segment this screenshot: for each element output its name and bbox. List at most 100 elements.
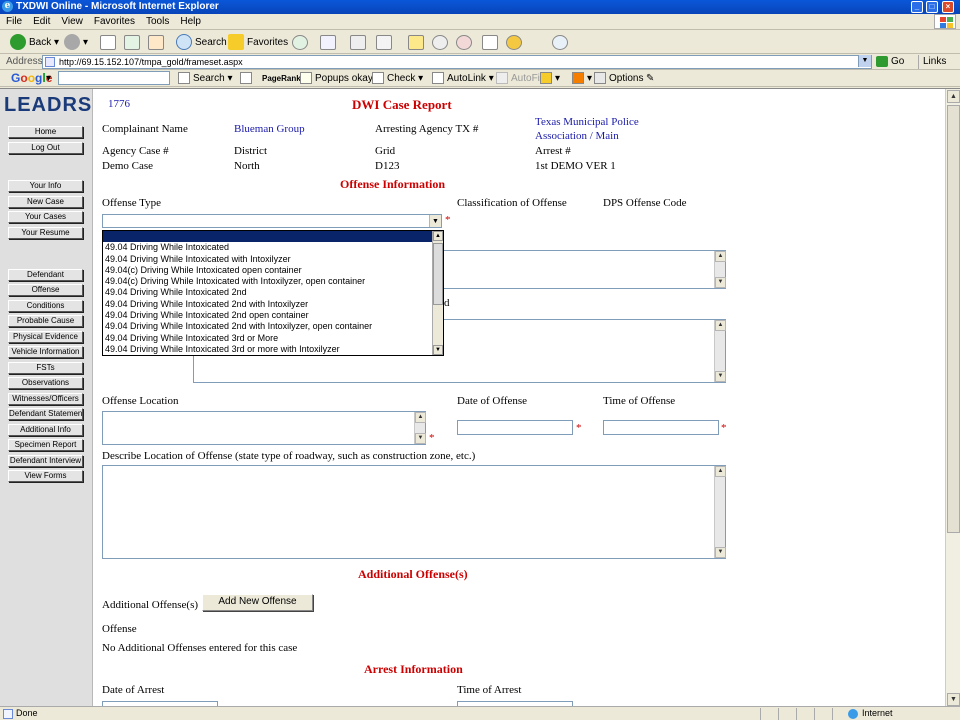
stop-icon[interactable] — [100, 35, 116, 50]
textarea-scrollbar[interactable]: ▲ ▼ — [714, 320, 726, 382]
nav-physical-evidence-button[interactable]: Physical Evidence — [8, 331, 83, 343]
dropdown-option[interactable]: 49.04 Driving While Intoxicated — [103, 242, 443, 253]
offense-type-select[interactable]: ▼ — [102, 214, 442, 228]
nav-offense-button[interactable]: Offense — [8, 284, 83, 296]
chevron-down-icon[interactable]: ▼ — [429, 215, 441, 227]
menu-view[interactable]: View — [55, 14, 88, 29]
menu-help[interactable]: Help — [174, 14, 206, 29]
scroll-up-icon[interactable]: ▲ — [715, 320, 726, 331]
nav-specimen-report-button[interactable]: Specimen Report — [8, 439, 83, 451]
messenger-icon[interactable] — [456, 35, 472, 50]
scroll-down-icon[interactable]: ▼ — [715, 277, 726, 288]
dropdown-option[interactable]: 49.04 Driving While Intoxicated 2nd — [103, 287, 443, 298]
notes-icon[interactable] — [408, 35, 424, 50]
highlighter-icon[interactable]: ✎ — [646, 71, 654, 86]
nav-additional-info-button[interactable]: Additional Info — [8, 424, 83, 436]
scroll-down-icon[interactable]: ▼ — [415, 433, 426, 444]
nav-your-info-button[interactable]: Your Info — [8, 180, 83, 192]
offense-type-dropdown-list[interactable]: 49.04 Driving While Intoxicated 49.04 Dr… — [102, 230, 444, 356]
autolink-button[interactable]: AutoLink ▾ — [432, 71, 494, 86]
offense-location-textarea[interactable]: ▲ ▼ — [102, 411, 426, 445]
forward-button[interactable]: ▾ — [64, 34, 88, 51]
dropdown-option[interactable] — [103, 231, 443, 243]
describe-location-textarea[interactable]: ▲ ▼ — [102, 465, 726, 559]
textarea-scrollbar[interactable]: ▲ ▼ — [714, 251, 726, 288]
home-icon[interactable] — [148, 35, 164, 50]
nav-vehicle-information-button[interactable]: Vehicle Information — [8, 346, 83, 358]
blogger-button[interactable]: ▾ — [572, 71, 592, 86]
nav-defendant-button[interactable]: Defendant — [8, 269, 83, 281]
word-icon[interactable] — [376, 35, 392, 50]
page-scroll-thumb[interactable] — [947, 105, 960, 533]
nav-witnesses-officers-button[interactable]: Witnesses/Officers — [8, 393, 83, 405]
dropdown-option[interactable]: 49.04 Driving While Intoxicated 2nd open… — [103, 310, 443, 321]
add-new-offense-button[interactable]: Add New Offense — [202, 594, 313, 611]
nav-your-cases-button[interactable]: Your Cases — [8, 211, 83, 223]
nav-conditions-button[interactable]: Conditions — [8, 300, 83, 312]
print-icon[interactable] — [350, 35, 366, 50]
options-button[interactable]: Options — [594, 71, 643, 86]
maximize-button[interactable]: □ — [926, 1, 938, 13]
nav-fsts-button[interactable]: FSTs — [8, 362, 83, 374]
dropdown-option[interactable]: 49.04 Driving While Intoxicated 3rd or M… — [103, 333, 443, 344]
scroll-down-icon[interactable]: ▼ — [715, 547, 726, 558]
dropdown-option[interactable]: 49.04 Driving While Intoxicated 3rd or m… — [103, 344, 443, 355]
google-search-button[interactable]: Search ▾ — [178, 71, 233, 86]
page-scrollbar[interactable]: ▲ ▼ — [945, 89, 960, 707]
back-button[interactable]: Back ▾ — [10, 34, 59, 51]
nav-your-resume-button[interactable]: Your Resume — [8, 227, 83, 239]
date-of-offense-input[interactable] — [457, 420, 573, 435]
mail-icon[interactable] — [320, 35, 336, 50]
textarea-scrollbar[interactable]: ▲ ▼ — [414, 412, 426, 444]
links-button[interactable]: Links — [918, 55, 946, 69]
dropdown-option[interactable]: 49.04 Driving While Intoxicated with Int… — [103, 254, 443, 265]
refresh-icon[interactable] — [124, 35, 140, 50]
dropdown-option[interactable]: 49.04 Driving While Intoxicated 2nd with… — [103, 299, 443, 310]
spellcheck-button[interactable]: Check ▾ — [372, 71, 423, 86]
popups-button[interactable]: Popups okay — [300, 71, 373, 86]
history-icon[interactable] — [292, 35, 308, 50]
doc-icon[interactable] — [482, 35, 498, 50]
menu-tools[interactable]: Tools — [140, 14, 174, 29]
dropdown-scrollbar[interactable]: ▲ ▼ — [432, 231, 443, 355]
scroll-up-icon[interactable]: ▲ — [947, 90, 960, 103]
scroll-up-icon[interactable]: ▲ — [433, 231, 443, 241]
dropdown-option[interactable]: 49.04(c) Driving While Intoxicated open … — [103, 265, 443, 276]
scroll-down-icon[interactable]: ▼ — [433, 345, 443, 355]
scroll-up-icon[interactable]: ▲ — [715, 251, 726, 262]
google-search-input[interactable] — [58, 71, 170, 85]
address-input[interactable]: http://69.15.152.107/tmpa_gold/frameset.… — [42, 55, 872, 69]
scroll-up-icon[interactable]: ▲ — [415, 412, 426, 423]
nav-defendant-interview-button[interactable]: Defendant Interview — [8, 455, 83, 467]
menu-favorites[interactable]: Favorites — [88, 14, 140, 29]
dropdown-scroll-thumb[interactable] — [433, 243, 443, 305]
menu-edit[interactable]: Edit — [27, 14, 55, 29]
google-logo-dropdown[interactable]: ▾ — [46, 71, 51, 86]
menu-file[interactable]: File — [0, 14, 27, 29]
scroll-down-icon[interactable]: ▼ — [947, 693, 960, 706]
clock-icon[interactable] — [432, 35, 448, 50]
address-dropdown-arrow[interactable]: ▼ — [858, 55, 871, 67]
people-icon[interactable] — [552, 35, 568, 50]
nav-probable-cause-button[interactable]: Probable Cause — [8, 315, 83, 327]
search-button[interactable]: Search — [176, 34, 227, 51]
nav-view-forms-button[interactable]: View Forms — [8, 470, 83, 482]
nav-logout-button[interactable]: Log Out — [8, 142, 83, 154]
textarea-scrollbar[interactable]: ▲ ▼ — [714, 466, 726, 558]
emoji-icon[interactable] — [506, 35, 522, 50]
autofill-button[interactable]: AutoFill — [496, 71, 544, 86]
dropdown-option[interactable]: 49.04 Driving While Intoxicated 2nd with… — [103, 321, 443, 332]
dropdown-option[interactable]: 49.04(c) Driving While Intoxicated with … — [103, 276, 443, 287]
favorites-button[interactable]: Favorites — [228, 34, 288, 51]
nav-observations-button[interactable]: Observations — [8, 377, 83, 389]
scroll-up-icon[interactable]: ▲ — [715, 466, 726, 477]
scroll-down-icon[interactable]: ▼ — [715, 371, 726, 382]
go-button[interactable]: Go — [876, 55, 904, 69]
bookmark-button[interactable]: ▾ — [540, 71, 560, 86]
time-of-offense-input[interactable] — [603, 420, 719, 435]
close-button[interactable]: × — [942, 1, 954, 13]
minimize-button[interactable]: _ — [911, 1, 923, 13]
nav-home-button[interactable]: Home — [8, 126, 83, 138]
nav-new-case-button[interactable]: New Case — [8, 196, 83, 208]
nav-defendant-statement-button[interactable]: Defendant Statement — [8, 408, 83, 420]
